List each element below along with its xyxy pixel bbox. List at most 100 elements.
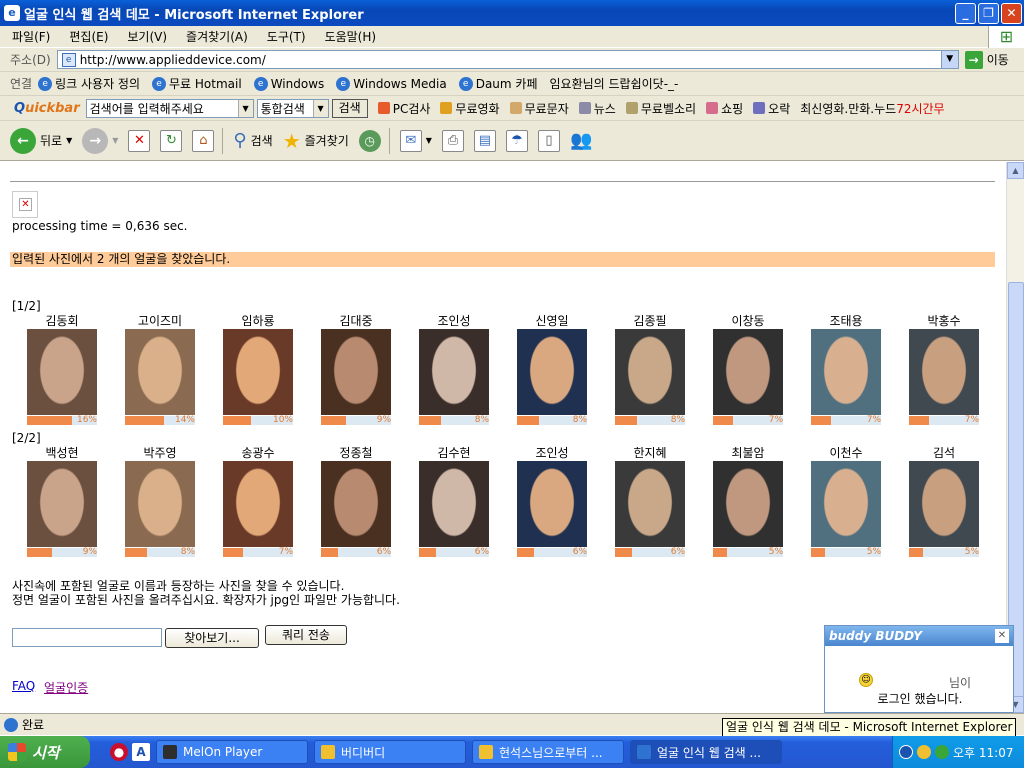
quickbar-ringtone[interactable]: 무료벨소리 (625, 100, 696, 117)
face-photo[interactable] (125, 461, 195, 547)
face-photo[interactable] (223, 329, 293, 415)
link-extra[interactable]: 임요환님의 드랍쉽이닷-_- (550, 75, 679, 92)
quickbar-promo[interactable]: 최신영화.만화.누드72시간무 (800, 100, 944, 117)
face-result[interactable]: 고이즈미 14% (125, 314, 195, 425)
close-icon[interactable]: ✕ (995, 629, 1009, 643)
faq-link[interactable]: FAQ (12, 679, 35, 693)
chevron-down-icon[interactable]: ▼ (112, 136, 118, 145)
menu-view[interactable]: 보기(V) (115, 28, 174, 45)
face-photo[interactable] (713, 329, 783, 415)
face-photo[interactable] (321, 329, 391, 415)
quickbar-search-button[interactable]: 검색 (331, 98, 368, 118)
buddy-tray-icon[interactable] (917, 745, 931, 759)
face-result[interactable]: 정종철 6% (321, 446, 391, 557)
face-photo[interactable] (419, 461, 489, 547)
menu-help[interactable]: 도움말(H) (313, 28, 384, 45)
chevron-down-icon[interactable]: ▼ (426, 136, 432, 145)
close-button[interactable]: ✕ (1001, 2, 1022, 24)
face-photo[interactable] (811, 461, 881, 547)
quickbar-news[interactable]: 뉴스 (578, 100, 616, 117)
face-photo[interactable] (517, 461, 587, 547)
submit-query-button[interactable]: 쿼리 전송 (265, 625, 347, 645)
link-daum-cafe[interactable]: e Daum 카페 (458, 75, 538, 92)
link-windows-media[interactable]: e Windows Media (336, 76, 447, 91)
face-photo[interactable] (125, 329, 195, 415)
stop-button[interactable]: ✕ (128, 125, 151, 157)
face-photo[interactable] (713, 461, 783, 547)
face-result[interactable]: 송광수 7% (223, 446, 293, 557)
quickbar-game[interactable]: 오락 (753, 100, 790, 117)
file-path-input[interactable] (12, 628, 162, 647)
face-result[interactable]: 한지혜 6% (615, 446, 685, 557)
scroll-up-icon[interactable]: ▲ (1007, 162, 1024, 179)
home-button[interactable]: ⌂ (192, 125, 215, 157)
face-result[interactable]: 조인성 6% (517, 446, 587, 557)
menu-file[interactable]: 파일(F) (0, 28, 57, 45)
face-photo[interactable] (27, 461, 97, 547)
face-photo[interactable] (615, 461, 685, 547)
messenger-button[interactable]: 👥 (570, 125, 592, 157)
face-result[interactable]: 이천수 5% (811, 446, 881, 557)
address-url[interactable]: http://www.applieddevice.com/ (80, 53, 266, 67)
face-photo[interactable] (321, 461, 391, 547)
print-button[interactable]: ⎙ (441, 125, 464, 157)
quickbar-sms[interactable]: 무료문자 (509, 100, 569, 117)
task-ie-face-search[interactable]: 얼굴 인식 웹 검색 ... (630, 740, 782, 764)
task-chat[interactable]: 현석스님으로부터 ... (472, 740, 624, 764)
face-result[interactable]: 백성현 9% (27, 446, 97, 557)
browse-button[interactable]: 찾아보기... (165, 628, 259, 648)
face-result[interactable]: 김종필 8% (615, 314, 685, 425)
face-photo[interactable] (909, 461, 979, 547)
face-photo[interactable] (517, 329, 587, 415)
face-result[interactable]: 김석 5% (909, 446, 979, 557)
face-photo[interactable] (419, 329, 489, 415)
history-button[interactable]: ◷ (358, 125, 381, 157)
chevron-down-icon[interactable]: ▼ (237, 99, 253, 117)
face-result[interactable]: 조인성 8% (419, 314, 489, 425)
chevron-down-icon[interactable]: ▼ (66, 136, 72, 145)
go-button[interactable]: → 이동 (964, 50, 1009, 69)
face-photo[interactable] (811, 329, 881, 415)
link-customize[interactable]: e 링크 사용자 정의 (38, 75, 140, 92)
face-result[interactable]: 김수현 6% (419, 446, 489, 557)
chevron-down-icon[interactable]: ▼ (312, 99, 328, 117)
face-auth-link[interactable]: 얼굴인증 (44, 679, 88, 696)
restore-button[interactable]: ❐ (978, 2, 999, 24)
face-photo[interactable] (27, 329, 97, 415)
tray-arrow-icon[interactable] (899, 745, 913, 759)
ime-mode-icon[interactable]: A (132, 743, 150, 761)
face-result[interactable]: 박홍수 7% (909, 314, 979, 425)
face-result[interactable]: 김대중 9% (321, 314, 391, 425)
search-button[interactable]: ⚲ 검색 (233, 125, 272, 157)
task-buddybuddy[interactable]: 버디버디 (314, 740, 466, 764)
face-result[interactable]: 김동회 16% (27, 314, 97, 425)
face-result[interactable]: 이창동 7% (713, 314, 783, 425)
menu-edit[interactable]: 편집(E) (57, 28, 115, 45)
face-result[interactable]: 최불암 5% (713, 446, 783, 557)
quickbar-movie[interactable]: 무료영화 (440, 100, 500, 117)
back-button[interactable]: ← 뒤로 ▼ (10, 125, 72, 157)
quickbar-shopping[interactable]: 쇼핑 (706, 100, 743, 117)
face-photo[interactable] (223, 461, 293, 547)
face-result[interactable]: 박주영 8% (125, 446, 195, 557)
face-photo[interactable] (909, 329, 979, 415)
buddy-popup[interactable]: buddy BUDDY ✕ ☺ 님이 로그인 했습니다. (824, 625, 1014, 713)
link-hotmail[interactable]: e 무료 Hotmail (152, 75, 242, 92)
favorites-button[interactable]: ★ 즐겨찾기 (283, 125, 349, 157)
quickbar-search-input[interactable]: 검색어를 입력해주세요 ▼ (85, 98, 254, 118)
task-melon-player[interactable]: MelOn Player (156, 740, 308, 764)
start-button[interactable]: 시작 (0, 736, 90, 768)
minimize-button[interactable]: _ (955, 2, 976, 24)
face-result[interactable]: 임하룡 10% (223, 314, 293, 425)
messenger-tray-icon[interactable] (935, 745, 949, 759)
face-result[interactable]: 조태용 7% (811, 314, 881, 425)
discuss-button[interactable]: ☂ (505, 125, 528, 157)
address-input[interactable]: e http://www.applieddevice.com/ ▼ (56, 50, 959, 69)
korean-ime-icon[interactable]: ● (110, 743, 128, 761)
edit-button[interactable]: ▤ (473, 125, 496, 157)
face-photo[interactable] (615, 329, 685, 415)
research-button[interactable]: ▯ (537, 125, 560, 157)
forward-button[interactable]: → ▼ (82, 125, 118, 157)
face-result[interactable]: 신영일 8% (517, 314, 587, 425)
mail-button[interactable]: ✉ ▼ (399, 125, 432, 157)
